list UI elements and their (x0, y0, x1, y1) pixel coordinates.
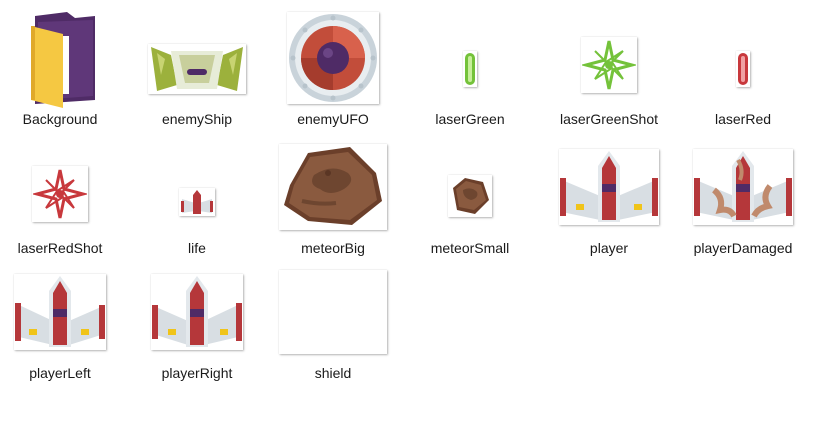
file-label: laserGreen (435, 111, 505, 127)
file-item-laserredshot[interactable]: laserRedShot (0, 137, 120, 261)
file-label: playerRight (161, 365, 233, 381)
file-label: player (589, 240, 629, 256)
file-grid: Background enemyShip enemyUFO laserGreen… (0, 0, 817, 428)
file-item-enemyufo[interactable]: enemyUFO (273, 8, 393, 132)
file-item-playerleft[interactable]: playerLeft (0, 262, 120, 386)
file-item-laserred[interactable]: laserRed (683, 8, 803, 132)
file-label: laserRed (714, 111, 772, 127)
file-item-life[interactable]: life (137, 137, 257, 261)
file-item-background[interactable]: Background (0, 8, 120, 132)
file-label: Background (22, 111, 98, 127)
player-left-icon (15, 276, 105, 347)
folder-icon (31, 12, 95, 108)
laser-green-shot-icon (582, 40, 636, 90)
file-item-shield[interactable]: shield (273, 262, 393, 386)
file-label: playerLeft (29, 365, 91, 381)
file-label: laserGreenShot (559, 111, 659, 127)
enemy-ufo-icon (289, 14, 377, 102)
file-item-meteorsmall[interactable]: meteorSmall (410, 137, 530, 261)
file-label: meteorSmall (430, 240, 510, 256)
meteor-big-icon (284, 147, 382, 225)
file-item-playerright[interactable]: playerRight (137, 262, 257, 386)
life-ship-icon (181, 190, 213, 214)
file-item-lasergreen[interactable]: laserGreen (410, 8, 530, 132)
player-ship-icon (560, 151, 658, 222)
file-label: playerDamaged (693, 240, 793, 256)
player-right-icon (152, 276, 242, 347)
laser-red-icon (738, 53, 748, 85)
file-label: laserRedShot (17, 240, 103, 256)
file-label: shield (314, 365, 352, 381)
shield-icon (280, 271, 386, 353)
file-label: life (188, 240, 206, 256)
file-item-enemyship[interactable]: enemyShip (137, 8, 257, 132)
file-label: enemyUFO (297, 111, 369, 127)
file-item-meteorbig[interactable]: meteorBig (273, 137, 393, 261)
enemy-ship-icon (151, 47, 243, 91)
laser-red-shot-icon (33, 169, 87, 219)
file-item-lasergreenshot[interactable]: laserGreenShot (549, 8, 669, 132)
file-label: meteorBig (301, 240, 365, 256)
meteor-small-icon (453, 178, 489, 214)
file-item-player[interactable]: player (549, 137, 669, 261)
player-damaged-icon (694, 151, 792, 222)
file-item-playerdamaged[interactable]: playerDamaged (683, 137, 803, 261)
file-label: enemyShip (161, 111, 233, 127)
laser-green-icon (465, 53, 475, 85)
